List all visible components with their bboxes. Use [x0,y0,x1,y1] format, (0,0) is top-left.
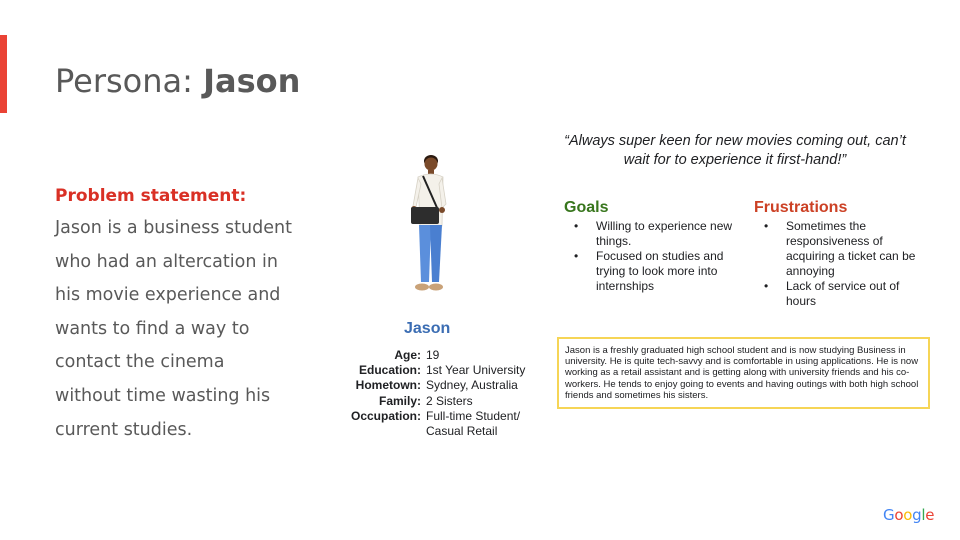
detail-value: 19 [426,348,440,362]
detail-value: 1st Year University [426,363,526,378]
goals-heading: Goals [564,199,609,216]
detail-row: Education: 1st Year University [340,363,525,378]
persona-left-leg [419,225,431,282]
detail-value: Sydney, Australia [426,378,518,393]
persona-details: Age: 19 Education: 1st Year University Hom… [340,348,525,439]
frustration-item: Sometimes the responsiveness of acquirin… [754,219,929,279]
detail-value: Full-time Student/ Casual Retail [426,408,521,439]
problem-label: Problem statement: [55,186,247,206]
goals-list: Willing to experience new things. Focuse… [564,219,739,294]
detail-row: Occupation: Full-time Student/ Casual Ret… [340,409,525,439]
problem-statement: Problem statement: Jason is a business s… [55,183,295,447]
detail-row: Hometown: Sydney, Australia [340,378,525,393]
persona-right-leg [430,225,442,282]
persona-right-shoe [429,283,443,291]
persona-name: Jason [404,320,451,337]
persona-quote: “Always super keen for new movies coming… [564,133,906,168]
detail-label: Hometown: [355,378,421,393]
detail-row: Age: 19 [340,348,525,363]
frustrations-list: Sometimes the responsiveness of acquirin… [754,219,929,309]
persona-illustration [411,155,447,291]
detail-label: Family: [378,393,421,408]
page-title: Persona: Jason [55,62,300,100]
persona-bag [411,207,439,224]
persona-head [424,157,438,171]
title-name: Jason [203,62,301,100]
title-prefix: Persona: [55,62,204,100]
frustrations-heading: Frustrations [754,199,848,216]
detail-value: 2 Sisters [426,393,473,408]
detail-label: Education: [359,363,421,378]
persona-left-shoe [415,283,429,291]
goal-item: Willing to experience new things. [564,219,739,249]
detail-label: Age: [394,348,421,362]
google-logo: Google [883,506,935,524]
persona-right-hand [439,207,445,213]
accent-bar [0,35,7,113]
persona-bio: Jason is a freshly graduated high school… [557,337,930,410]
detail-label: Occupation: [350,408,421,423]
problem-text: Jason is a business student who had an a… [55,218,292,440]
frustration-item: Lack of service out of hours [754,279,929,309]
detail-row: Family: 2 Sisters [340,394,525,409]
goal-item: Focused on studies and trying to look mo… [564,249,739,294]
